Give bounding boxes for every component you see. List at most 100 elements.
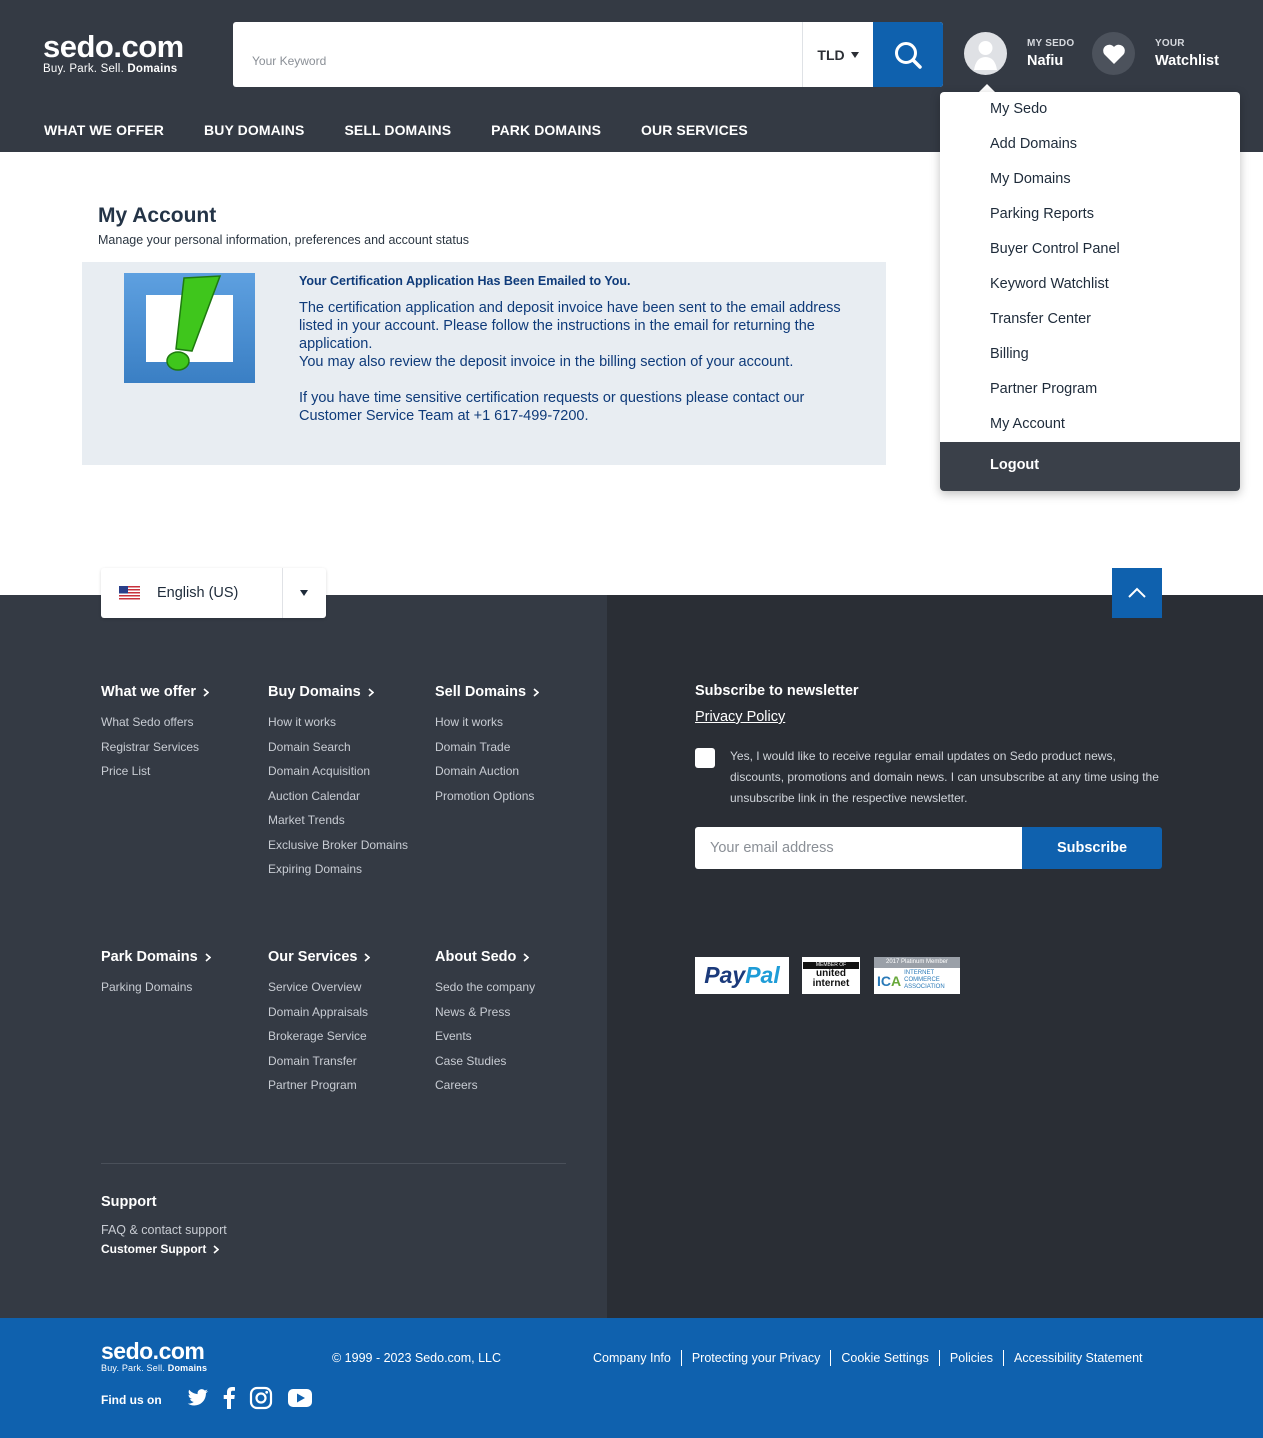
logo-tagline: Buy. Park. Sell. Domains <box>43 63 184 75</box>
privacy-policy-link[interactable]: Privacy Policy <box>695 709 785 725</box>
footer-link[interactable]: How it works <box>268 710 408 735</box>
accessibility-link[interactable]: Accessibility Statement <box>1003 1350 1153 1366</box>
footer-link[interactable]: Domain Appraisals <box>268 1000 370 1025</box>
footer-link[interactable]: Exclusive Broker Domains <box>268 833 408 858</box>
newsletter-title: Subscribe to newsletter <box>695 683 859 699</box>
legal-links: Company Info Protecting your Privacy Coo… <box>593 1350 1153 1366</box>
footer-link[interactable]: Events <box>435 1024 535 1049</box>
footer-col-our-services: Our Services Service Overview Domain App… <box>268 948 371 1098</box>
menu-item-parking-reports[interactable]: Parking Reports <box>990 206 1094 222</box>
faq-link[interactable]: FAQ & contact support <box>101 1223 227 1237</box>
menu-item-partner-program[interactable]: Partner Program <box>990 381 1097 397</box>
menu-item-my-sedo[interactable]: My Sedo <box>990 101 1047 117</box>
logo-tagline-plain: Buy. Park. Sell. <box>43 63 124 75</box>
company-info-link[interactable]: Company Info <box>593 1350 681 1366</box>
notice-paragraph-2: You may also review the deposit invoice … <box>299 354 794 370</box>
footer-link[interactable]: How it works <box>435 710 539 735</box>
logo-wordmark: sedo.com <box>43 29 184 64</box>
ui-badge-label: united internet <box>812 968 850 989</box>
exclamation-icon <box>166 275 222 371</box>
menu-item-my-domains[interactable]: My Domains <box>990 171 1071 187</box>
newsletter-consent-checkbox[interactable] <box>695 748 715 768</box>
logo-tagline-bold: Domains <box>167 1363 208 1373</box>
back-to-top-button[interactable] <box>1112 568 1162 618</box>
search-icon <box>895 41 922 69</box>
customer-support-link[interactable]: Customer Support <box>101 1242 220 1256</box>
notice-heading: Your Certification Application Has Been … <box>299 274 631 288</box>
policies-link[interactable]: Policies <box>938 1350 1003 1366</box>
footer-col-heading[interactable]: Our Services <box>268 948 371 966</box>
menu-item-billing[interactable]: Billing <box>990 346 1029 362</box>
heart-icon <box>1102 44 1125 64</box>
newsletter-email-input[interactable] <box>695 827 1022 869</box>
footer-link[interactable]: Case Studies <box>435 1049 535 1074</box>
menu-item-buyer-control-panel[interactable]: Buyer Control Panel <box>990 241 1120 257</box>
footer-link[interactable]: Market Trends <box>268 808 408 833</box>
footer-link[interactable]: Sedo the company <box>435 975 535 1000</box>
search-bar: TLD <box>233 22 943 87</box>
twitter-icon[interactable] <box>187 1389 209 1407</box>
tld-select[interactable]: TLD <box>802 22 873 87</box>
nav-park-domains[interactable]: PARK DOMAINS <box>491 122 601 138</box>
chevron-right-icon <box>205 952 211 962</box>
nav-our-services[interactable]: OUR SERVICES <box>641 122 748 138</box>
watchlist-link[interactable]: YOUR Watchlist <box>1092 32 1219 75</box>
certification-notice: Your Certification Application Has Been … <box>82 262 886 465</box>
search-button[interactable] <box>873 22 943 87</box>
menu-item-my-account[interactable]: My Account <box>990 416 1065 432</box>
footer-link[interactable]: What Sedo offers <box>101 710 209 735</box>
language-label: English (US) <box>157 585 239 601</box>
find-us-label: Find us on <box>101 1393 162 1407</box>
sedo-logo[interactable]: sedo.com Buy. Park. Sell. Domains <box>43 29 184 75</box>
footer-col-heading[interactable]: Sell Domains <box>435 683 540 701</box>
nav-buy-domains[interactable]: BUY DOMAINS <box>204 122 304 138</box>
privacy-link[interactable]: Protecting your Privacy <box>680 1350 831 1366</box>
footer-link[interactable]: Auction Calendar <box>268 784 408 809</box>
footer-link[interactable]: Domain Acquisition <box>268 759 408 784</box>
chevron-right-icon <box>533 687 540 697</box>
menu-item-transfer-center[interactable]: Transfer Center <box>990 311 1091 327</box>
logout-button[interactable]: Logout <box>940 442 1240 491</box>
footer-link[interactable]: Domain Auction <box>435 759 539 784</box>
instagram-icon[interactable] <box>249 1386 273 1410</box>
footer-link[interactable]: Partner Program <box>268 1073 370 1098</box>
page-title: My Account <box>98 204 217 227</box>
footer-link[interactable]: Service Overview <box>268 975 370 1000</box>
nav-sell-domains[interactable]: SELL DOMAINS <box>344 122 451 138</box>
menu-item-keyword-watchlist[interactable]: Keyword Watchlist <box>990 276 1109 292</box>
footer-link[interactable]: News & Press <box>435 1000 535 1025</box>
footer-link[interactable]: Expiring Domains <box>268 857 408 882</box>
menu-item-add-domains[interactable]: Add Domains <box>990 136 1077 152</box>
logout-label: Logout <box>990 457 1040 473</box>
nav-what-we-offer[interactable]: WHAT WE OFFER <box>44 122 164 138</box>
language-selector[interactable]: English (US) <box>101 568 326 618</box>
cookie-settings-link[interactable]: Cookie Settings <box>830 1350 939 1366</box>
ica-logo-b: A <box>891 972 902 989</box>
footer-link[interactable]: Domain Search <box>268 735 408 760</box>
footer-col-heading[interactable]: Park Domains <box>101 948 211 966</box>
chevron-up-icon <box>1128 587 1146 598</box>
footer-col-heading[interactable]: About Sedo <box>435 948 535 966</box>
footer-link[interactable]: Promotion Options <box>435 784 539 809</box>
footer-link[interactable]: Brokerage Service <box>268 1024 370 1049</box>
subscribe-button[interactable]: Subscribe <box>1022 827 1162 869</box>
my-sedo-menu-toggle[interactable]: MY SEDO Nafiu <box>964 32 1074 75</box>
footer-col-title: Buy Domains <box>268 684 361 700</box>
username: Nafiu <box>1027 53 1064 69</box>
ica-logo: ICA <box>877 973 901 989</box>
chevron-down-icon <box>300 590 308 596</box>
footer-col-heading[interactable]: What we offer <box>101 683 210 701</box>
keyword-search-input[interactable] <box>233 22 802 87</box>
footer-link[interactable]: Parking Domains <box>101 975 211 1000</box>
footer-sedo-logo[interactable]: sedo.com Buy. Park. Sell. Domains <box>101 1340 208 1374</box>
footer-col-heading[interactable]: Buy Domains <box>268 683 408 701</box>
footer-link[interactable]: Domain Transfer <box>268 1049 370 1074</box>
dropdown-pointer <box>979 84 995 92</box>
facebook-icon[interactable] <box>223 1387 235 1409</box>
youtube-icon[interactable] <box>287 1388 313 1408</box>
footer-col-buy-domains: Buy Domains How it works Domain Search D… <box>268 683 408 882</box>
footer-link[interactable]: Careers <box>435 1073 535 1098</box>
footer-link[interactable]: Price List <box>101 759 209 784</box>
footer-link[interactable]: Domain Trade <box>435 735 539 760</box>
footer-link[interactable]: Registrar Services <box>101 735 209 760</box>
